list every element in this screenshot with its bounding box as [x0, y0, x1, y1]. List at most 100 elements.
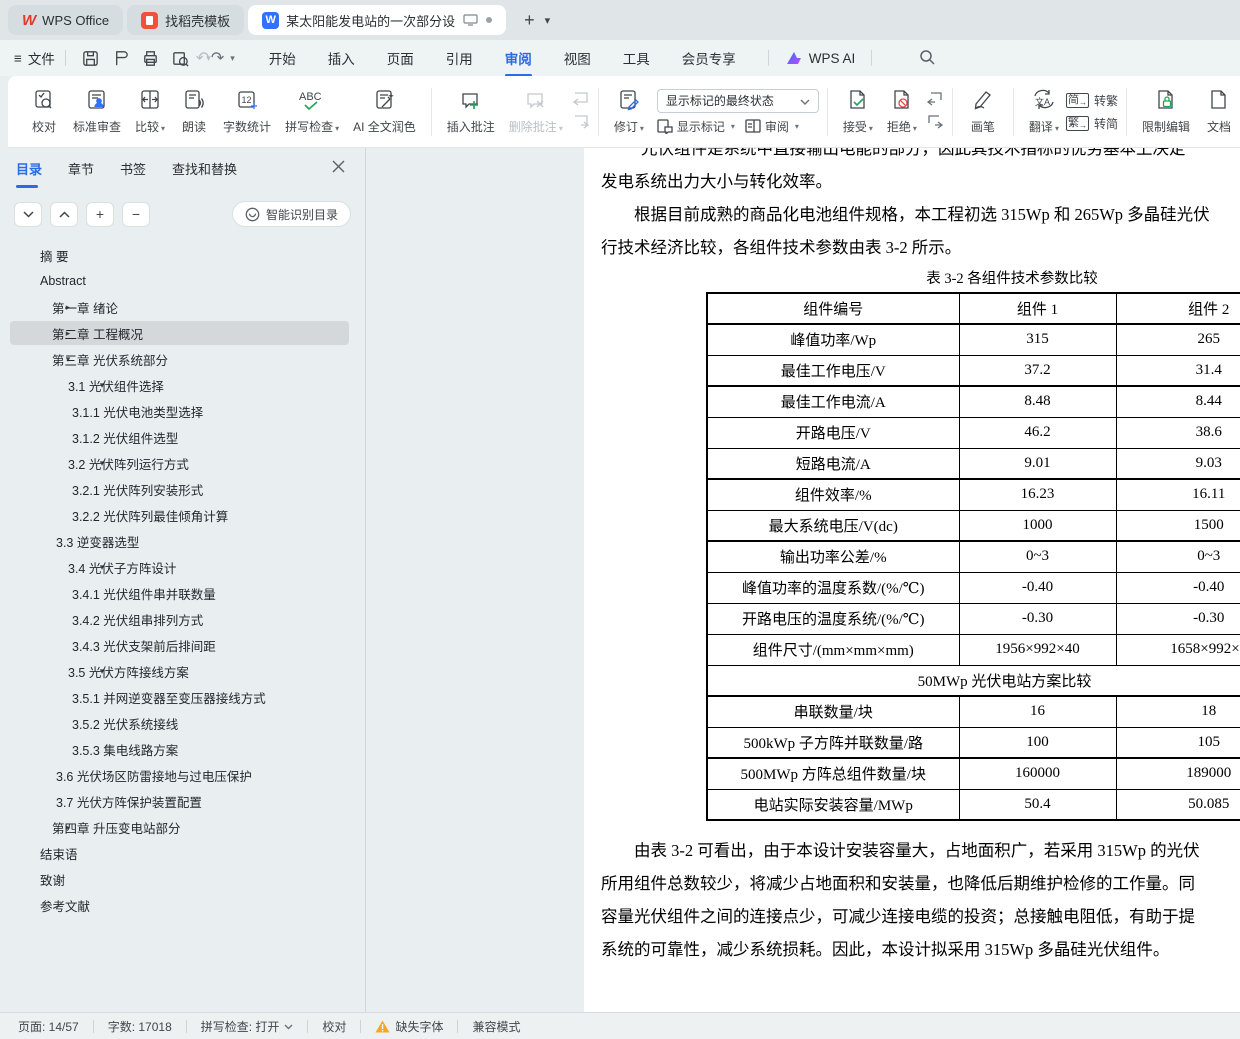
toc-item[interactable]: ▸ 第二章 工程概况 [0, 320, 365, 346]
word-count-button[interactable]: 12 字数统计 [216, 84, 278, 139]
toc-item[interactable]: 3.1.1 光伏电池类型选择 [0, 398, 365, 424]
smart-toc-button[interactable]: 智能识别目录 [231, 201, 351, 227]
document-permission-button[interactable]: 文档 [1197, 84, 1240, 139]
tab-find-replace[interactable]: 查找和替换 [172, 159, 237, 182]
spell-check-button[interactable]: ABC 拼写检查 ▾ [278, 84, 346, 139]
track-changes-button[interactable]: 修订 ▾ [607, 84, 651, 139]
simplified-to-traditional-button[interactable]: 简→ 转繁 [1065, 92, 1118, 109]
menu-item[interactable]: 引用 [430, 42, 489, 74]
compare-button[interactable]: 比较 ▾ [128, 84, 172, 139]
collapse-all-button[interactable] [50, 201, 78, 227]
accept-revision-button[interactable]: 接受 ▾ [836, 84, 880, 139]
word-count-indicator[interactable]: 字数: 17018 [108, 1018, 172, 1035]
tab-active-document[interactable]: W 某太阳能发电站的一次部分设 [248, 5, 507, 35]
toc-item[interactable]: 致谢 [0, 866, 365, 892]
page-indicator[interactable]: 页面: 14/57 [18, 1018, 79, 1035]
new-tab-button[interactable]: + [524, 11, 535, 29]
toc-item[interactable]: 3.4.3 光伏支架前后排间距 [0, 632, 365, 658]
toc-item[interactable]: 3.4.2 光伏组串排列方式 [0, 606, 365, 632]
previous-comment-button[interactable] [572, 91, 590, 109]
tab-list-chevron-icon[interactable]: ▾ [545, 14, 551, 27]
traditional-to-simplified-button[interactable]: 繁→ 转简 [1065, 115, 1118, 132]
proofread-button[interactable]: 校对 [22, 84, 66, 139]
toc-item[interactable]: 3.1.2 光伏组件选型 [0, 424, 365, 450]
toc-item[interactable]: 3.2.2 光伏阵列最佳倾角计算 [0, 502, 365, 528]
ink-pen-button[interactable]: 画笔 [961, 84, 1005, 139]
restrict-editing-button[interactable]: 限制编辑 [1135, 84, 1197, 139]
menu-item[interactable]: 页面 [371, 42, 430, 74]
tab-bookmarks[interactable]: 书签 [120, 159, 146, 182]
toc-item[interactable]: ▾ 第三章 光伏系统部分 [0, 346, 365, 372]
missing-font-warning[interactable]: 缺失字体 [375, 1018, 443, 1035]
review-pane-button[interactable]: 审阅 ▾ [745, 118, 799, 135]
show-markup-button[interactable]: 显示标记 ▾ [657, 118, 735, 135]
proofread-status[interactable]: 校对 [322, 1018, 346, 1035]
print-button[interactable] [138, 45, 164, 71]
table-cell: 峰值功率/Wp [706, 323, 960, 356]
toc-item[interactable]: ▾ 3.2 光伏阵列运行方式 [0, 450, 365, 476]
reject-revision-button[interactable]: 拒绝 ▾ [880, 84, 924, 139]
markup-state-select[interactable]: 显示标记的最终状态 [656, 88, 819, 113]
ai-polish-button[interactable]: AI 全文润色 [346, 84, 423, 139]
next-comment-button[interactable] [572, 114, 590, 132]
toc-item-label: 第四章 升压变电站部分 [52, 821, 181, 836]
toc-item[interactable]: ▸ 第四章 升压变电站部分 [0, 814, 365, 840]
redo-icon[interactable]: ↷ [211, 48, 224, 68]
menu-item[interactable]: 会员专享 [666, 42, 752, 74]
insert-comment-button[interactable]: 插入批注 [440, 84, 502, 139]
toc-item[interactable]: 3.6 光伏场区防雷接地与过电压保护 [0, 762, 365, 788]
read-aloud-button[interactable]: 朗读 [172, 84, 216, 139]
print-preview-button[interactable] [168, 45, 194, 71]
close-icon[interactable] [332, 160, 345, 176]
next-revision-button[interactable] [926, 114, 944, 132]
toolbar-chevron-icon[interactable]: ▾ [230, 53, 235, 64]
toc-item[interactable]: ▾ 3.4 光伏子方阵设计 [0, 554, 365, 580]
toc-item[interactable]: 参考文献 [0, 892, 365, 918]
zoom-out-button[interactable]: − [122, 201, 150, 227]
toc-item[interactable]: 摘 要 [0, 242, 365, 268]
delete-comment-button[interactable]: 删除批注 ▾ [502, 84, 570, 139]
toc-item[interactable]: ▾ 3.5 光伏方阵接线方案 [0, 658, 365, 684]
toc-item[interactable]: 3.5.3 集电线路方案 [0, 736, 365, 762]
menu-item[interactable]: 视图 [548, 42, 607, 74]
toc-item[interactable]: 3.3 逆变器选型 [0, 528, 365, 554]
compatibility-mode-badge[interactable]: 兼容模式 [472, 1018, 520, 1035]
toc-item[interactable]: ▾ 3.1 光伏组件选择 [0, 372, 365, 398]
table-row: 电站实际安装容量/MWp 50.4 50.085 [706, 788, 1240, 821]
menu-item[interactable]: 工具 [607, 42, 666, 74]
previous-revision-button[interactable] [926, 91, 944, 109]
expand-all-button[interactable] [14, 201, 42, 227]
table-cell: 100 [958, 726, 1117, 759]
standard-review-button[interactable]: 标准审查 [66, 84, 128, 139]
menu-item[interactable]: 开始 [253, 42, 312, 74]
tab-chapters[interactable]: 章节 [68, 159, 94, 182]
toc-item[interactable]: 3.5.2 光伏系统接线 [0, 710, 365, 736]
menu-item[interactable]: 插入 [312, 42, 371, 74]
wps-ai-button[interactable]: WPS AI [785, 50, 855, 66]
tab-docer-templates[interactable]: 找稻壳模板 [127, 5, 245, 35]
document-icon [1207, 88, 1231, 115]
toc-item-label: 3.3 逆变器选型 [56, 535, 140, 550]
toc-item[interactable]: 3.5.1 并网逆变器至变压器接线方式 [0, 684, 365, 710]
file-menu-button[interactable]: ≡ 文件 [14, 48, 55, 68]
translate-button[interactable]: 文A 翻译 ▾ [1022, 84, 1066, 139]
table-row: 500MWp 方阵总组件数量/块 160000 189000 [706, 757, 1240, 790]
zoom-in-button[interactable]: + [86, 201, 114, 227]
search-icon[interactable] [918, 48, 936, 69]
save-button[interactable] [78, 45, 104, 71]
spellcheck-toggle[interactable]: 拼写检查: 打开 [201, 1018, 294, 1035]
toc-item[interactable]: 3.7 光伏方阵保护装置配置 [0, 788, 365, 814]
export-pdf-button[interactable] [108, 45, 134, 71]
toc-item[interactable]: ▸ 第一章 绪论 [0, 294, 365, 320]
table-cell: 37.2 [958, 354, 1117, 387]
toc-item[interactable]: Abstract [0, 268, 365, 294]
toc-item[interactable]: 结束语 [0, 840, 365, 866]
tab-wps-office[interactable]: W WPS Office [8, 5, 124, 35]
document-page[interactable]: 光伏组件是系统中直接输出电能的部分，因此其技术指标的优劣基本上决定 发电系统出力… [584, 148, 1240, 1012]
toc-item[interactable]: 3.2.1 光伏阵列安装形式 [0, 476, 365, 502]
document-area: 光伏组件是系统中直接输出电能的部分，因此其技术指标的优劣基本上决定 发电系统出力… [367, 148, 1240, 1012]
toc-item[interactable]: 3.4.1 光伏组件串并联数量 [0, 580, 365, 606]
show-markup-icon [657, 119, 673, 134]
tab-toc[interactable]: 目录 [16, 159, 42, 188]
menu-item[interactable]: 审阅 [489, 42, 548, 77]
